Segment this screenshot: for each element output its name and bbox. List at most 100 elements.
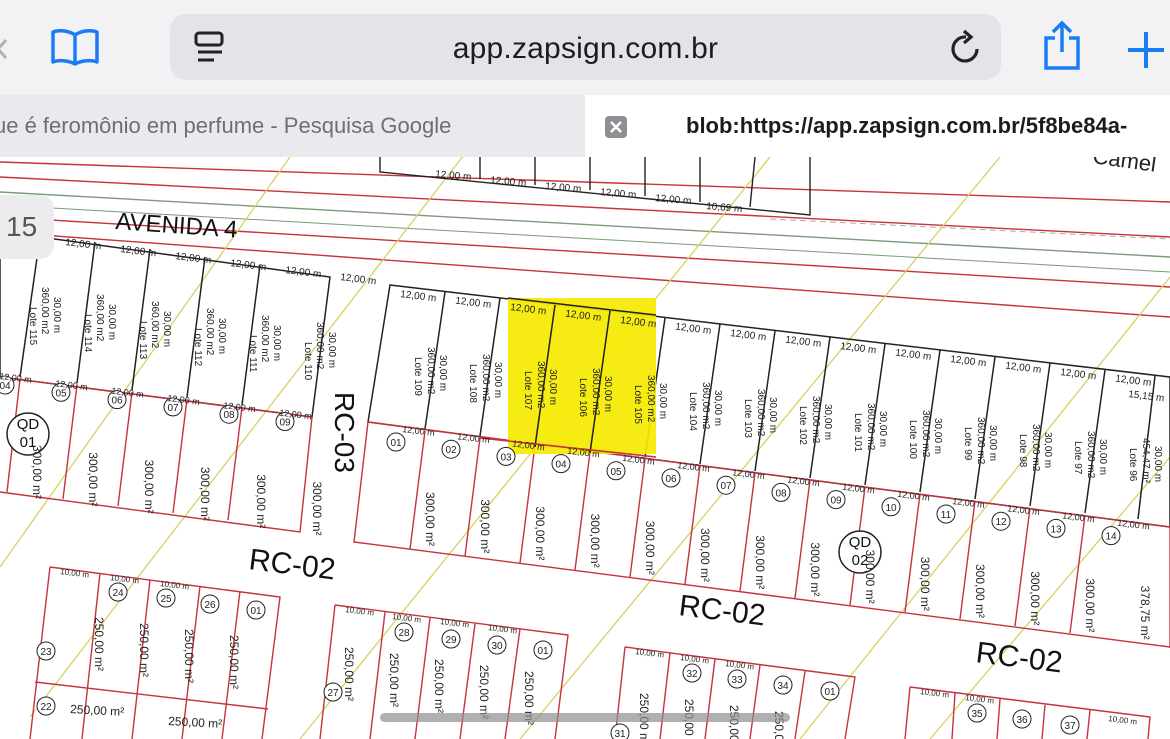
upper-lot-depth: 30,00 m — [51, 297, 62, 333]
upper-lot-front: 12,00 m — [175, 251, 212, 266]
lot-area: 300,00 m² — [423, 492, 437, 546]
lot-area: 300,00 m² — [698, 528, 712, 582]
upper-lot-area: 360,00 m2 — [149, 301, 160, 349]
upper-lot-depth: 30,00 m — [1152, 446, 1163, 482]
upper-lot-front: 12,00 m — [285, 265, 322, 280]
lot-area: 300,00 m² — [973, 564, 987, 618]
lot-area: 378,75 m² — [1138, 586, 1152, 640]
upper-lot-name: Lote 108 — [467, 364, 478, 403]
street-camelo: Camel — [1091, 157, 1157, 177]
upper-lot-name: Lote 104 — [687, 392, 698, 431]
lower-lot-number-label: 28 — [398, 628, 410, 639]
lot-area: 300,00 m² — [533, 506, 547, 560]
upper-lot-depth: 30,00 m — [271, 325, 282, 361]
reload-icon[interactable] — [949, 29, 983, 65]
lower-lot-area: 250,00 m² — [92, 617, 106, 671]
lower-lot-number-label: 22 — [40, 702, 52, 713]
close-tab-icon[interactable] — [605, 116, 627, 138]
lower-lot-number-label: 33 — [731, 675, 743, 686]
upper-lot-name: Lote 114 — [82, 314, 93, 353]
top-lot-front: 12,00 m — [600, 187, 637, 201]
upper-lot-depth: 30,00 m — [326, 332, 337, 368]
upper-lot-depth: 30,00 m — [492, 362, 503, 398]
upper-lot-area: 360,00 m2 — [259, 315, 270, 363]
lot-front-measure: 12,00 m — [1007, 503, 1041, 517]
lot-area: 300,00 m² — [808, 542, 822, 596]
lot-front-measure: 12,00 m — [897, 489, 931, 503]
upper-lot-area: 360,00 m2 — [535, 361, 546, 409]
lot-number-label: 13 — [1050, 524, 1062, 535]
address-bar[interactable]: app.zapsign.com.br — [170, 14, 1001, 80]
upper-lot-name: Lote 110 — [302, 342, 313, 381]
upper-lot-area: 360,00 m2 — [700, 382, 711, 430]
new-tab-plus-icon[interactable] — [1126, 30, 1166, 70]
lower-lot-number-label: 25 — [160, 594, 172, 605]
lower-lot-number-label: 26 — [204, 600, 216, 611]
subdivision-map[interactable]: AVENIDA 4 RC-03 RC-02 RC-02 RC-02 Camel … — [0, 157, 1170, 739]
upper-lot-front: 12,00 m — [400, 289, 437, 304]
lot-front-measure: 12,00 m — [677, 460, 711, 474]
tab-label: blob:https://app.zapsign.com.br/5f8be84a… — [686, 113, 1128, 138]
lot-front-measure: 12,00 m — [842, 482, 876, 496]
upper-lot-depth: 30,00 m — [657, 383, 668, 419]
upper-lot-name: Lote 105 — [632, 385, 643, 424]
tab-zapsign-blob[interactable]: blob:https://app.zapsign.com.br/5f8be84a… — [585, 95, 1170, 157]
street-rc-03: RC-03 — [329, 392, 360, 473]
upper-lot-area: 360,00 m2 — [810, 396, 821, 444]
lower-lot-number-label: 01 — [824, 687, 836, 698]
svg-text:QD: QD — [849, 534, 872, 551]
top-lot-front: 12,00 m — [655, 193, 692, 207]
lower-lot-number-label: 27 — [327, 688, 339, 699]
lower-lot-number-label: 34 — [777, 681, 789, 692]
browser-toolbar: app.zapsign.com.br — [0, 0, 1170, 95]
url-text: app.zapsign.com.br — [452, 32, 719, 65]
upper-lot-depth: 30,00 m — [216, 318, 227, 354]
lot-number-label: 14 — [1105, 532, 1117, 543]
upper-lot-area: 360,00 m2 — [645, 375, 656, 423]
upper-lot-name: Lote 112 — [192, 328, 203, 367]
tab-google-search[interactable]: ue é feromônio em perfume - Pesquisa Goo… — [0, 95, 585, 157]
lot-front-measure: 12,00 m — [952, 496, 986, 510]
upper-lot-depth: 30,00 m — [1097, 439, 1108, 475]
upper-lot-depth: 30,00 m — [1042, 432, 1053, 468]
upper-lot-depth: 30,00 m — [932, 418, 943, 454]
upper-lot-name: Lote 113 — [137, 321, 148, 360]
bookmarks-icon[interactable] — [50, 27, 100, 67]
horizontal-scrollbar[interactable] — [380, 713, 790, 722]
upper-lot-front: 12,00 m — [1005, 361, 1042, 376]
lot-number-label: 01 — [390, 438, 402, 449]
lower-lot-front: 10,00 m — [965, 693, 995, 705]
lot-number-label: 08 — [223, 410, 235, 421]
lot-front-measure: 12,00 m — [787, 474, 821, 488]
lower-lot-front: 10,00 m — [920, 687, 950, 699]
upper-lot-front: 12,00 m — [785, 335, 822, 350]
street-avenida-4: AVENIDA 4 — [115, 208, 239, 243]
lot-area: 300,00 m² — [310, 482, 324, 536]
upper-lot-front: 12,00 m — [675, 322, 712, 337]
lower-lot-front: 10,00 m — [392, 612, 422, 624]
upper-lot-name: Lote 109 — [412, 357, 423, 396]
lot-number-label: 10 — [885, 503, 897, 514]
top-lot-front: 12,00 m — [435, 169, 472, 183]
street-rc-02-left: RC-02 — [247, 543, 337, 586]
upper-lot-name: Lote 107 — [522, 371, 533, 410]
lot-front-measure: 12,00 m — [402, 424, 436, 438]
lot-front-measure: 12,00 m — [1117, 518, 1151, 532]
lot-area: 300,00 m² — [142, 460, 156, 514]
street-rc-02-right: RC-02 — [974, 636, 1064, 679]
lot-area: 300,00 m² — [643, 521, 657, 575]
share-icon[interactable] — [1042, 20, 1082, 72]
lower-lot-area-horizontal: 250,00 m² — [168, 714, 223, 731]
upper-lot-name: Lote 115 — [27, 307, 38, 346]
lower-lot-front: 10,00 m — [1108, 714, 1138, 726]
map-drawing: AVENIDA 4 RC-03 RC-02 RC-02 RC-02 Camel … — [0, 157, 1170, 739]
back-chevron-icon[interactable] — [0, 38, 8, 60]
lower-lot-front: 10,00 m — [345, 605, 375, 617]
last-lot-front: 15,15 m — [1128, 389, 1165, 404]
lot-number-label: 06 — [665, 474, 677, 485]
lower-lot-number-label: 24 — [112, 588, 124, 599]
lot-front-measure: 12,00 m — [457, 431, 491, 445]
upper-lot-name: Lote 111 — [247, 335, 258, 373]
upper-lot-front: 12,00 m — [730, 328, 767, 343]
upper-lot-front: 12,00 m — [230, 258, 267, 273]
